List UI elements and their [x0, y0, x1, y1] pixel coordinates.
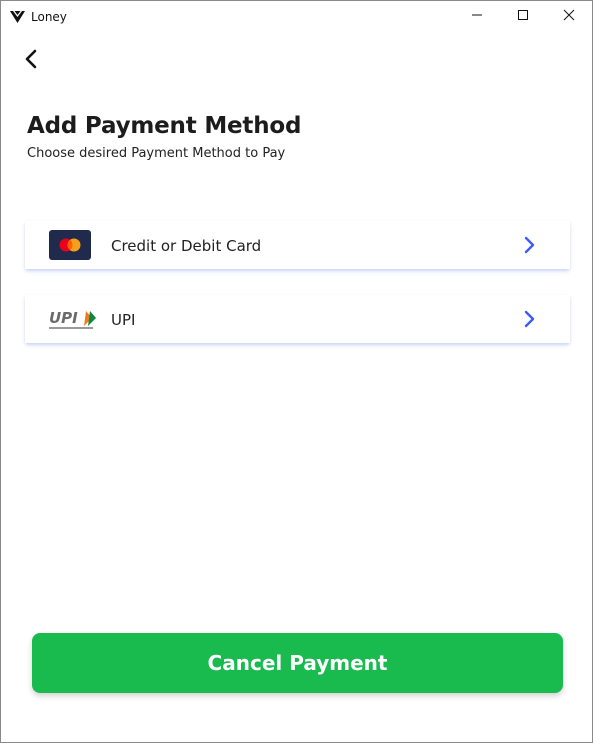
loney-logo-icon: [9, 8, 26, 25]
window-title: Loney: [31, 10, 67, 24]
page-subtitle: Choose desired Payment Method to Pay: [27, 146, 286, 161]
payment-method-label: UPI: [111, 311, 136, 329]
chevron-left-icon: [24, 49, 38, 74]
cancel-payment-button[interactable]: Cancel Payment: [32, 633, 563, 693]
page-title: Add Payment Method: [27, 113, 302, 139]
payment-method-label: Credit or Debit Card: [111, 237, 262, 255]
close-icon: [563, 8, 575, 26]
close-button[interactable]: [546, 1, 592, 32]
minimize-button[interactable]: [454, 1, 500, 32]
maximize-icon: [517, 8, 529, 26]
minimize-icon: [471, 8, 483, 26]
app-window: Loney Add Payment Method Choose desired …: [0, 0, 593, 743]
payment-method-card[interactable]: Credit or Debit Card: [25, 221, 570, 269]
chevron-right-icon: [520, 309, 540, 329]
card-brand-icon: [49, 230, 91, 260]
cancel-payment-label: Cancel Payment: [207, 651, 388, 675]
svg-text:UPI: UPI: [49, 309, 78, 327]
maximize-button[interactable]: [500, 1, 546, 32]
chevron-right-icon: [520, 235, 540, 255]
back-button[interactable]: [19, 49, 43, 73]
upi-logo-icon: UPI: [49, 304, 96, 334]
payment-method-upi[interactable]: UPI UPI: [25, 295, 570, 343]
title-bar[interactable]: Loney: [1, 1, 592, 32]
